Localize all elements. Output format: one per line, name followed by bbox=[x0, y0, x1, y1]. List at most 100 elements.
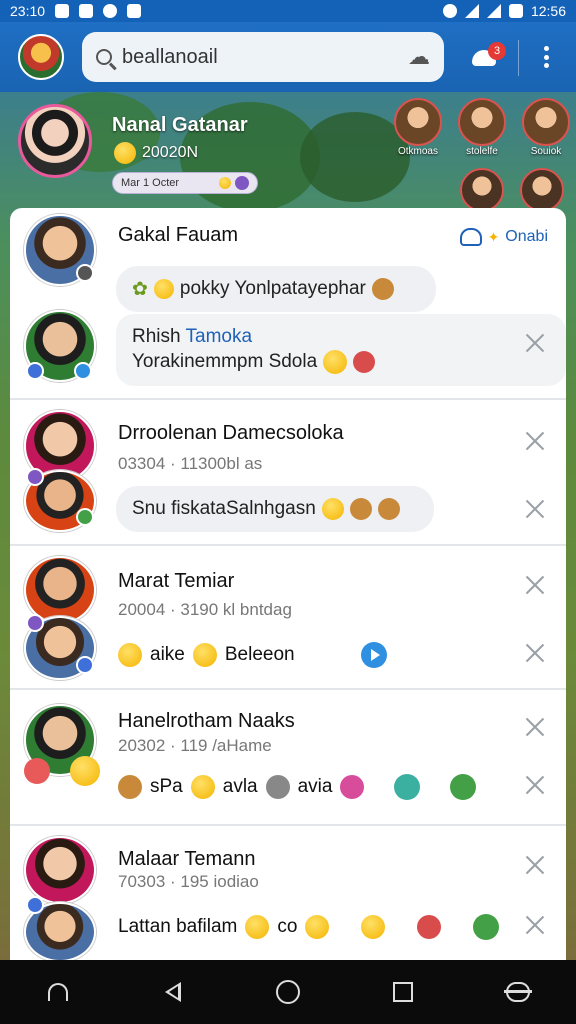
close-icon[interactable] bbox=[524, 430, 546, 452]
story-item[interactable]: stolelfe bbox=[454, 98, 510, 157]
story-item[interactable]: Souiok bbox=[518, 98, 574, 157]
wifi-icon bbox=[442, 4, 457, 18]
chat-action[interactable]: ✦ Onabi bbox=[459, 228, 548, 246]
avatar[interactable] bbox=[24, 836, 96, 904]
notifications-button[interactable]: 3 bbox=[470, 42, 506, 70]
status-badge bbox=[26, 468, 44, 486]
share-icon bbox=[473, 914, 500, 940]
close-icon[interactable] bbox=[524, 574, 546, 596]
assistant-icon bbox=[504, 982, 533, 1002]
chat-item[interactable]: Drroolenan Damecsoloka 03304 · 11300bl a… bbox=[10, 400, 566, 546]
emoji-icon bbox=[349, 498, 372, 520]
search-input[interactable]: beallanoail bbox=[122, 46, 218, 69]
image-icon bbox=[79, 4, 94, 18]
message-text: avla bbox=[222, 776, 258, 797]
status-badge bbox=[74, 362, 92, 380]
profile-name: Nanal Gatanar bbox=[112, 114, 248, 136]
chat-name: Hanelrotham Naaks bbox=[118, 710, 295, 732]
more-menu-icon[interactable] bbox=[536, 42, 556, 72]
notification-icon bbox=[55, 4, 70, 18]
sender-name: Rhish bbox=[132, 326, 181, 347]
home-icon bbox=[47, 983, 68, 1001]
signal-icon-2 bbox=[486, 4, 501, 18]
message-row: Yorakinemmpm Sdola bbox=[132, 350, 376, 374]
message-bubble[interactable]: Snu fiskataSalnhgasn bbox=[116, 486, 434, 532]
home-button[interactable] bbox=[38, 972, 78, 1012]
status-time: 23:10 bbox=[10, 3, 46, 19]
profile-avatar[interactable] bbox=[18, 104, 92, 178]
search-icon bbox=[96, 49, 112, 65]
status-clock: 12:56 bbox=[530, 3, 566, 19]
close-icon[interactable] bbox=[524, 854, 546, 876]
message-text: co bbox=[277, 916, 298, 937]
message-preview[interactable]: sPa avla avia bbox=[118, 774, 477, 800]
emoji-icon bbox=[361, 915, 386, 939]
profile-meta: 20020N bbox=[114, 142, 198, 164]
heart-emoji-icon bbox=[24, 758, 50, 784]
chat-subtitle: 70303 · 195 iodiao bbox=[118, 872, 259, 891]
status-badge bbox=[76, 264, 94, 282]
emoji-icon bbox=[153, 279, 174, 299]
close-icon[interactable] bbox=[524, 774, 546, 796]
close-icon[interactable] bbox=[524, 498, 546, 520]
message-preview[interactable]: aike Beleeon bbox=[118, 642, 387, 668]
message-preview[interactable]: Lattan bafilam co bbox=[118, 914, 500, 940]
phone-icon bbox=[450, 774, 477, 800]
emoji-icon bbox=[323, 350, 348, 374]
badge-icon bbox=[235, 176, 249, 190]
status-badge bbox=[26, 614, 44, 632]
app-avatar[interactable] bbox=[18, 34, 64, 80]
story-item[interactable]: Otkmoas bbox=[390, 98, 446, 157]
cloud-icon[interactable]: ☁ bbox=[408, 44, 430, 70]
close-icon[interactable] bbox=[524, 914, 546, 936]
message-text: Yorakinemmpm Sdola bbox=[132, 351, 318, 372]
message-text: avia bbox=[297, 776, 333, 797]
search-bar[interactable]: beallanoail ☁ bbox=[82, 32, 444, 82]
play-icon[interactable] bbox=[360, 642, 387, 668]
emoji-icon bbox=[305, 915, 330, 939]
messenger-icon bbox=[103, 4, 118, 18]
sender-link[interactable]: Tamoka bbox=[186, 326, 253, 347]
emoji-icon bbox=[192, 643, 217, 667]
chat-name: Gakal Fauam bbox=[118, 224, 239, 246]
emoji-icon bbox=[321, 498, 344, 520]
circle-button[interactable] bbox=[268, 972, 308, 1012]
story-avatar-extra[interactable] bbox=[460, 168, 504, 212]
chat-subtitle: 20004 · 3190 kl bntdag bbox=[118, 600, 292, 619]
chat-item[interactable]: Hanelrotham Naaks 20302 · 119 /aHame sPa… bbox=[10, 690, 566, 826]
profile-meta-text: 20020N bbox=[142, 144, 199, 161]
signal-icon bbox=[464, 4, 479, 18]
close-icon[interactable] bbox=[524, 642, 546, 664]
divider bbox=[518, 40, 519, 76]
emoji-icon bbox=[371, 278, 394, 300]
profile-status-pill[interactable]: Mar 1 Octer bbox=[112, 172, 258, 194]
chat-subtitle: 03304 · 11300bl as bbox=[118, 454, 263, 473]
message-bubble[interactable]: ✿ pokky Yonlpatayephar bbox=[116, 266, 436, 312]
assistant-button[interactable] bbox=[498, 972, 538, 1012]
story-avatar-extra[interactable] bbox=[520, 168, 564, 212]
chat-subtitle: 20302 · 119 /aHame bbox=[118, 736, 272, 755]
status-bar: 23:10 12:56 bbox=[0, 0, 576, 22]
stories-row: Otkmoas stolelfe Souiok bbox=[390, 98, 574, 157]
back-button[interactable] bbox=[153, 972, 193, 1012]
chat-name: Marat Temiar bbox=[118, 570, 235, 592]
close-icon[interactable] bbox=[524, 332, 546, 354]
message-text: sPa bbox=[150, 776, 183, 797]
leaf-icon: ✿ bbox=[132, 278, 148, 300]
recents-button[interactable] bbox=[383, 972, 423, 1012]
status-badge bbox=[76, 508, 94, 526]
chat-item[interactable]: Gakal Fauam ✦ Onabi ✿ pokky Yonlpatayeph… bbox=[10, 208, 566, 400]
chat-item[interactable]: Marat Temiar 20004 · 3190 kl bntdag aike… bbox=[10, 546, 566, 690]
globe-icon bbox=[394, 774, 421, 800]
emoji-icon bbox=[245, 915, 270, 939]
profile-pill-text: Mar 1 Octer bbox=[121, 177, 180, 189]
close-icon[interactable] bbox=[524, 716, 546, 738]
system-nav-bar bbox=[0, 960, 576, 1024]
emoji-icon bbox=[118, 775, 142, 799]
message-header: Rhish Tamoka bbox=[132, 326, 252, 348]
emoji-icon bbox=[377, 498, 400, 520]
emoji-icon bbox=[219, 177, 231, 189]
message-bubble[interactable]: Rhish Tamoka Yorakinemmpm Sdola bbox=[116, 314, 566, 386]
status-badge bbox=[76, 656, 94, 674]
chat-item[interactable]: Malaar Temann 70303 · 195 iodiao Lattan … bbox=[10, 826, 566, 960]
